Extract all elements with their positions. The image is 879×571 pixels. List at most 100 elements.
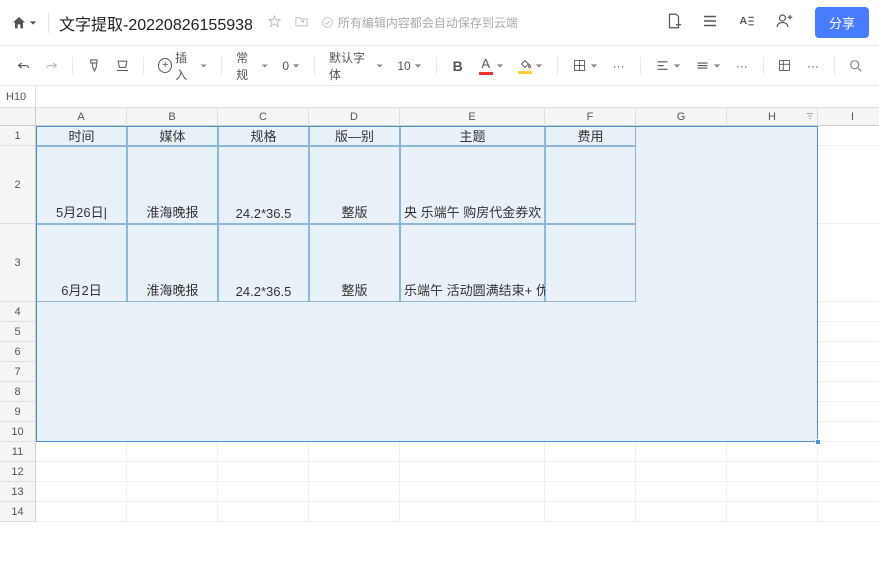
cell[interactable] — [818, 382, 879, 402]
cell[interactable] — [36, 462, 127, 482]
cell[interactable] — [127, 442, 218, 462]
cell[interactable]: 时间 — [36, 126, 127, 146]
cell[interactable] — [127, 462, 218, 482]
cell[interactable] — [400, 322, 545, 342]
row-header[interactable]: 8 — [0, 382, 36, 402]
cell[interactable] — [727, 342, 818, 362]
row-header[interactable]: 10 — [0, 422, 36, 442]
cell[interactable] — [309, 502, 400, 522]
cell[interactable] — [400, 422, 545, 442]
cell[interactable] — [36, 502, 127, 522]
fill-color-button[interactable] — [514, 58, 547, 74]
cell[interactable] — [400, 362, 545, 382]
cell[interactable] — [127, 322, 218, 342]
cell[interactable] — [36, 422, 127, 442]
redo-button[interactable] — [40, 54, 62, 78]
cell[interactable] — [127, 302, 218, 322]
cell[interactable] — [727, 362, 818, 382]
cell[interactable]: 淮海晚报 — [127, 224, 218, 302]
add-collaborator-icon[interactable] — [775, 12, 793, 33]
cell[interactable] — [127, 402, 218, 422]
cell[interactable] — [309, 462, 400, 482]
cell[interactable]: 整版 — [309, 146, 400, 224]
cell[interactable] — [545, 302, 636, 322]
column-header[interactable]: C — [218, 108, 309, 126]
new-doc-icon[interactable] — [665, 12, 683, 33]
row-header[interactable]: 4 — [0, 302, 36, 322]
cell[interactable] — [400, 482, 545, 502]
cell[interactable] — [545, 146, 636, 224]
cell[interactable] — [309, 322, 400, 342]
decimals-dropdown[interactable]: 0 — [278, 59, 304, 73]
cell[interactable]: 费用 — [545, 126, 636, 146]
cell[interactable]: 整版 — [309, 224, 400, 302]
row-header[interactable]: 9 — [0, 402, 36, 422]
cell[interactable] — [545, 342, 636, 362]
row-header[interactable]: 5 — [0, 322, 36, 342]
cell[interactable] — [545, 224, 636, 302]
cell[interactable] — [218, 322, 309, 342]
cell[interactable] — [36, 302, 127, 322]
cell[interactable] — [545, 382, 636, 402]
cell[interactable]: 央 乐端午 购房代金券欢 乐送 — [400, 146, 545, 224]
insert-dropdown[interactable]: + 插入 — [154, 49, 211, 83]
cell[interactable]: 24.2*36.5 — [218, 146, 309, 224]
cell[interactable] — [218, 382, 309, 402]
fill-handle[interactable] — [815, 439, 821, 445]
cell[interactable]: 媒体 — [127, 126, 218, 146]
cell[interactable] — [127, 502, 218, 522]
cell[interactable] — [309, 342, 400, 362]
cell[interactable] — [818, 302, 879, 322]
cell[interactable] — [636, 146, 727, 224]
column-header[interactable]: H — [727, 108, 818, 126]
cell[interactable] — [818, 482, 879, 502]
cell[interactable] — [400, 402, 545, 422]
cell[interactable]: 6月2日 — [36, 224, 127, 302]
cell[interactable] — [818, 322, 879, 342]
cell[interactable] — [127, 422, 218, 442]
cell[interactable] — [636, 342, 727, 362]
undo-button[interactable] — [12, 54, 34, 78]
cell[interactable] — [818, 402, 879, 422]
cell[interactable] — [818, 362, 879, 382]
cell[interactable] — [309, 362, 400, 382]
select-all-corner[interactable] — [0, 108, 36, 126]
cell[interactable] — [400, 302, 545, 322]
cell[interactable] — [400, 442, 545, 462]
cell[interactable] — [727, 482, 818, 502]
cell[interactable] — [636, 126, 727, 146]
cell[interactable] — [127, 362, 218, 382]
cell[interactable] — [636, 482, 727, 502]
cell-reference[interactable]: H10 — [0, 86, 36, 107]
cell[interactable] — [309, 482, 400, 502]
align-v-button[interactable] — [691, 58, 725, 73]
row-header[interactable]: 6 — [0, 342, 36, 362]
cell[interactable] — [727, 402, 818, 422]
cell[interactable] — [727, 224, 818, 302]
clear-format-button[interactable] — [111, 54, 133, 78]
cell[interactable] — [727, 382, 818, 402]
cell[interactable] — [636, 224, 727, 302]
column-header[interactable]: F — [545, 108, 636, 126]
cell[interactable] — [636, 502, 727, 522]
cell[interactable] — [400, 502, 545, 522]
bold-button[interactable]: B — [447, 54, 469, 78]
row-header[interactable]: 7 — [0, 362, 36, 382]
cell[interactable] — [636, 322, 727, 342]
star-icon[interactable] — [267, 14, 282, 32]
cell[interactable] — [818, 126, 879, 146]
column-header[interactable]: A — [36, 108, 127, 126]
fontsize-dropdown[interactable]: 10 — [393, 59, 425, 73]
cell[interactable] — [545, 322, 636, 342]
row-header[interactable]: 13 — [0, 482, 36, 502]
document-title[interactable]: 文字提取-20220826155938 — [59, 11, 253, 35]
row-header[interactable]: 11 — [0, 442, 36, 462]
cell[interactable]: 24.2*36.5 — [218, 224, 309, 302]
home-button[interactable] — [10, 9, 38, 37]
column-header[interactable]: B — [127, 108, 218, 126]
share-button[interactable]: 分享 — [815, 7, 869, 38]
cell[interactable] — [545, 482, 636, 502]
menu-icon[interactable] — [701, 12, 719, 33]
cell[interactable] — [400, 462, 545, 482]
cell[interactable] — [818, 224, 879, 302]
